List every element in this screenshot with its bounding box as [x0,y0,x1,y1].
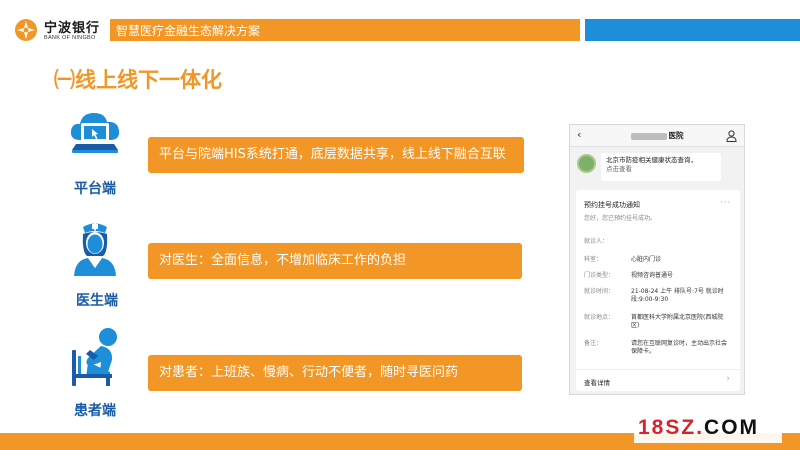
card-row-department: 科室： 心脏内门诊 [584,256,734,266]
chat-message-line2[interactable]: 点击查看 [606,165,716,174]
card-row-visit-time: 就诊时间： 21-08-24 上午 排队号:7号 就诊时段:9:00-9:30 [584,288,734,306]
patient-description: 对患者：上班族、慢病、行动不便者，随时寻医问药 [148,355,522,391]
watermark-text: 18SZ.COM [638,416,759,440]
role-label-patient: 患者端 [74,403,116,419]
bank-name-en: BANK OF NINGBO [44,35,96,41]
header-title: 智慧医疗金融生态解决方案 [116,24,261,38]
bank-logo-mark-icon [15,19,37,41]
card-row-clinic-type: 门诊类型： 视频咨询普通号 [584,272,734,282]
more-options-icon[interactable]: ··· [720,198,731,207]
card-row-location: 就诊地点： 首都医科大学附属北京医院(西城院区) [584,314,734,332]
phone-nav-bar: ‹ 医院 [570,125,744,147]
card-row-key: 就诊时间： [584,288,615,295]
card-row-key: 备注： [584,340,603,347]
card-row-value: 请您在互联网复诊时，主动出示社会保障卡。 [631,340,728,355]
card-row-value: 21-08-24 上午 排队号:7号 就诊时段:9:00-9:30 [631,288,724,303]
card-title: 预约挂号成功通知 [584,201,640,209]
card-row-key: 就诊地点： [584,314,615,321]
platform-description: 平台与院端HIS系统打通，底层数据共享，线上线下融合互联 [148,137,524,173]
patient-icon [72,328,117,386]
platform-laptop-icon [70,113,120,153]
section-title: ㈠线上线下一体化 [54,68,222,92]
card-row-value: 首都医科大学附属北京医院(西城院区) [631,314,724,329]
role-label-doctor: 医生端 [76,293,118,309]
card-row-key: 科室： [584,256,603,263]
watermark-suffix: COM [704,416,760,439]
card-row-value: 心脏内门诊 [631,256,662,263]
doctor-description: 对医生：全面信息，不增加临床工作的负担 [148,243,522,279]
chat-message-bubble[interactable]: 北京市防疫相关健康状态查询， 点击查看 [601,153,721,181]
card-row-key: 就诊人： [584,238,609,245]
card-divider [576,369,740,370]
bank-logo: 宁波银行 BANK OF NINGBO [14,16,114,46]
user-profile-icon[interactable] [726,130,737,142]
bank-name-cn: 宁波银行 [44,21,101,36]
view-details-link[interactable]: 查看详情 [584,377,610,387]
card-row-patient: 就诊人： [584,238,734,248]
card-row-value: 视频咨询普通号 [631,272,674,279]
header-accent-bar [585,19,800,41]
chevron-right-icon[interactable]: › [726,374,730,384]
role-label-platform: 平台端 [74,181,116,197]
appointment-card: 预约挂号成功通知 ··· 您好，您已预约挂号成功。 就诊人： 科室： 心脏内门诊… [576,190,740,391]
doctor-icon [74,222,116,276]
site-watermark: 18SZ.COM [634,415,782,443]
card-row-key: 门诊类型： [584,272,615,279]
header-bar: 智慧医疗金融生态解决方案 [110,19,580,41]
phone-title: 医院 [570,130,744,141]
chat-avatar [577,154,596,173]
chat-message-line1: 北京市防疫相关健康状态查询， [606,156,697,164]
phone-screenshot: ‹ 医院 北京市防疫相关健康状态查询， 点击查看 预约挂号成功通知 ··· 您好… [569,124,745,395]
card-subtitle: 您好，您已预约挂号成功。 [584,215,657,222]
watermark-main: 18SZ. [638,416,705,439]
card-row-remark: 备注： 请您在互联网复诊时，主动出示社会保障卡。 [584,340,734,358]
phone-title-suffix: 医院 [668,131,684,140]
blurred-hospital-name [630,132,667,140]
